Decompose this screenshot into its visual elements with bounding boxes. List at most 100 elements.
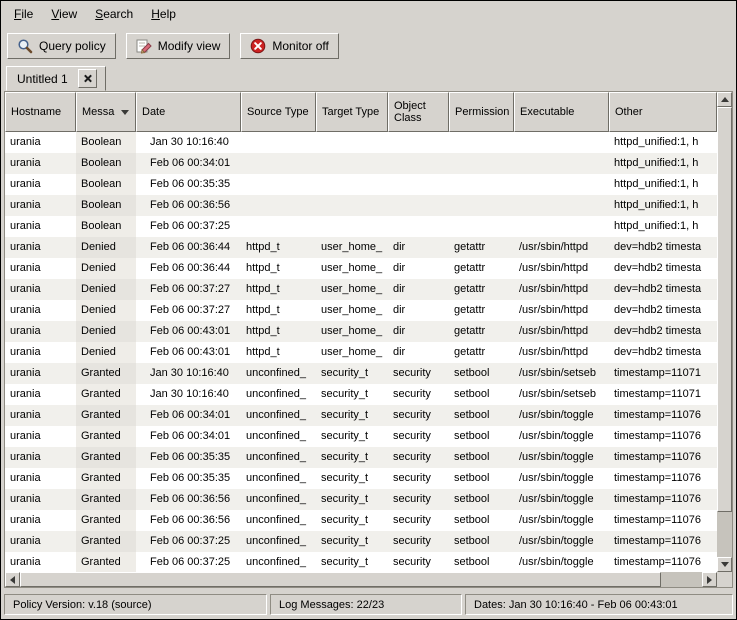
vertical-scrollbar-thumb[interactable]	[717, 107, 732, 512]
cell: urania	[5, 489, 76, 510]
cell: Feb 06 00:43:01	[136, 342, 241, 363]
cell: httpd_t	[241, 279, 316, 300]
menu-file[interactable]: File	[5, 3, 42, 25]
cell: security	[388, 363, 449, 384]
table-row[interactable]: uraniaBooleanFeb 06 00:34:01httpd_unifie…	[5, 153, 717, 174]
column-header-source-type[interactable]: Source Type	[241, 92, 316, 132]
cell: httpd_t	[241, 300, 316, 321]
cell: Granted	[76, 552, 136, 572]
column-header-messa[interactable]: Messa	[76, 92, 136, 132]
cell: getattr	[449, 342, 514, 363]
menu-view[interactable]: View	[42, 3, 86, 25]
cell	[388, 153, 449, 174]
scroll-left-button[interactable]	[5, 572, 20, 587]
cell: httpd_unified:1, h	[609, 153, 717, 174]
scroll-up-button[interactable]	[717, 92, 732, 107]
query-policy-button[interactable]: Query policy	[7, 33, 116, 59]
tab-label: Untitled 1	[17, 72, 68, 86]
cell	[241, 216, 316, 237]
table-row[interactable]: uraniaDeniedFeb 06 00:43:01httpd_tuser_h…	[5, 321, 717, 342]
table-row[interactable]: uraniaBooleanFeb 06 00:37:25httpd_unifie…	[5, 216, 717, 237]
column-header-other[interactable]: Other	[609, 92, 717, 132]
cell: Granted	[76, 531, 136, 552]
cell: timestamp=11076	[609, 405, 717, 426]
cell: security_t	[316, 447, 388, 468]
table-row[interactable]: uraniaGrantedJan 30 10:16:40unconfined_s…	[5, 384, 717, 405]
status-bar: Policy Version: v.18 (source) Log Messag…	[1, 590, 736, 619]
table-row[interactable]: uraniaGrantedFeb 06 00:35:35unconfined_s…	[5, 447, 717, 468]
horizontal-scrollbar[interactable]	[5, 572, 717, 587]
monitor-off-button[interactable]: Monitor off	[240, 33, 338, 59]
cell: /usr/sbin/toggle	[514, 447, 609, 468]
cell: Boolean	[76, 132, 136, 153]
cell: setbool	[449, 405, 514, 426]
table-row[interactable]: uraniaBooleanFeb 06 00:35:35httpd_unifie…	[5, 174, 717, 195]
column-header-date[interactable]: Date	[136, 92, 241, 132]
cell: timestamp=11076	[609, 447, 717, 468]
cell: /usr/sbin/httpd	[514, 258, 609, 279]
cell: setbool	[449, 531, 514, 552]
cell: unconfined_	[241, 426, 316, 447]
cell: unconfined_	[241, 510, 316, 531]
cell	[241, 174, 316, 195]
table-row[interactable]: uraniaDeniedFeb 06 00:37:27httpd_tuser_h…	[5, 279, 717, 300]
cell: security_t	[316, 363, 388, 384]
menu-search[interactable]: Search	[86, 3, 142, 25]
cell: dev=hdb2 timesta	[609, 237, 717, 258]
vertical-scrollbar-trough[interactable]	[717, 107, 732, 557]
column-header-executable[interactable]: Executable	[514, 92, 609, 132]
cell: Denied	[76, 279, 136, 300]
cell: Feb 06 00:37:25	[136, 531, 241, 552]
table-row[interactable]: uraniaDeniedFeb 06 00:36:44httpd_tuser_h…	[5, 237, 717, 258]
table-row[interactable]: uraniaGrantedFeb 06 00:35:35unconfined_s…	[5, 468, 717, 489]
cell: httpd_unified:1, h	[609, 216, 717, 237]
monitor-off-icon	[250, 38, 266, 54]
horizontal-scrollbar-trough[interactable]	[20, 572, 702, 587]
table-row[interactable]: uraniaGrantedJan 30 10:16:40unconfined_s…	[5, 363, 717, 384]
column-header-permission[interactable]: Permission	[449, 92, 514, 132]
cell: httpd_t	[241, 258, 316, 279]
table-row[interactable]: uraniaBooleanFeb 06 00:36:56httpd_unifie…	[5, 195, 717, 216]
cell: Denied	[76, 237, 136, 258]
cell: unconfined_	[241, 405, 316, 426]
cell: /usr/sbin/toggle	[514, 510, 609, 531]
vertical-scrollbar[interactable]	[717, 92, 732, 572]
table-row[interactable]: uraniaGrantedFeb 06 00:34:01unconfined_s…	[5, 426, 717, 447]
cell: security_t	[316, 405, 388, 426]
table-row[interactable]: uraniaGrantedFeb 06 00:36:56unconfined_s…	[5, 510, 717, 531]
menu-help[interactable]: Help	[142, 3, 185, 25]
table-header: HostnameMessaDateSource TypeTarget TypeO…	[5, 92, 717, 132]
cell: Feb 06 00:34:01	[136, 426, 241, 447]
table-row[interactable]: uraniaDeniedFeb 06 00:37:27httpd_tuser_h…	[5, 300, 717, 321]
modify-view-button[interactable]: Modify view	[126, 33, 231, 59]
column-header-object-class[interactable]: Object Class	[388, 92, 449, 132]
table-row[interactable]: uraniaGrantedFeb 06 00:36:56unconfined_s…	[5, 489, 717, 510]
cell: getattr	[449, 321, 514, 342]
column-header-hostname[interactable]: Hostname	[5, 92, 76, 132]
arrow-right-icon	[707, 576, 712, 584]
column-header-target-type[interactable]: Target Type	[316, 92, 388, 132]
cell: Boolean	[76, 195, 136, 216]
cell	[388, 195, 449, 216]
arrow-down-icon	[721, 562, 729, 567]
scrollbar-corner	[717, 572, 732, 587]
table-row[interactable]: uraniaGrantedFeb 06 00:37:25unconfined_s…	[5, 531, 717, 552]
tab-untitled-1[interactable]: Untitled 1	[6, 66, 106, 91]
scroll-down-button[interactable]	[717, 557, 732, 572]
cell	[241, 195, 316, 216]
horizontal-scrollbar-thumb[interactable]	[20, 572, 661, 587]
cell: /usr/sbin/toggle	[514, 552, 609, 572]
cell: dev=hdb2 timesta	[609, 342, 717, 363]
table-row[interactable]: uraniaDeniedFeb 06 00:36:44httpd_tuser_h…	[5, 258, 717, 279]
cell	[241, 132, 316, 153]
table-row[interactable]: uraniaBooleanJan 30 10:16:40httpd_unifie…	[5, 132, 717, 153]
cell: setbool	[449, 447, 514, 468]
column-header-label: Executable	[520, 106, 574, 118]
cell: dir	[388, 300, 449, 321]
scroll-right-button[interactable]	[702, 572, 717, 587]
cell: dir	[388, 258, 449, 279]
tab-close-button[interactable]	[78, 69, 97, 88]
table-row[interactable]: uraniaDeniedFeb 06 00:43:01httpd_tuser_h…	[5, 342, 717, 363]
table-row[interactable]: uraniaGrantedFeb 06 00:37:25unconfined_s…	[5, 552, 717, 572]
table-row[interactable]: uraniaGrantedFeb 06 00:34:01unconfined_s…	[5, 405, 717, 426]
